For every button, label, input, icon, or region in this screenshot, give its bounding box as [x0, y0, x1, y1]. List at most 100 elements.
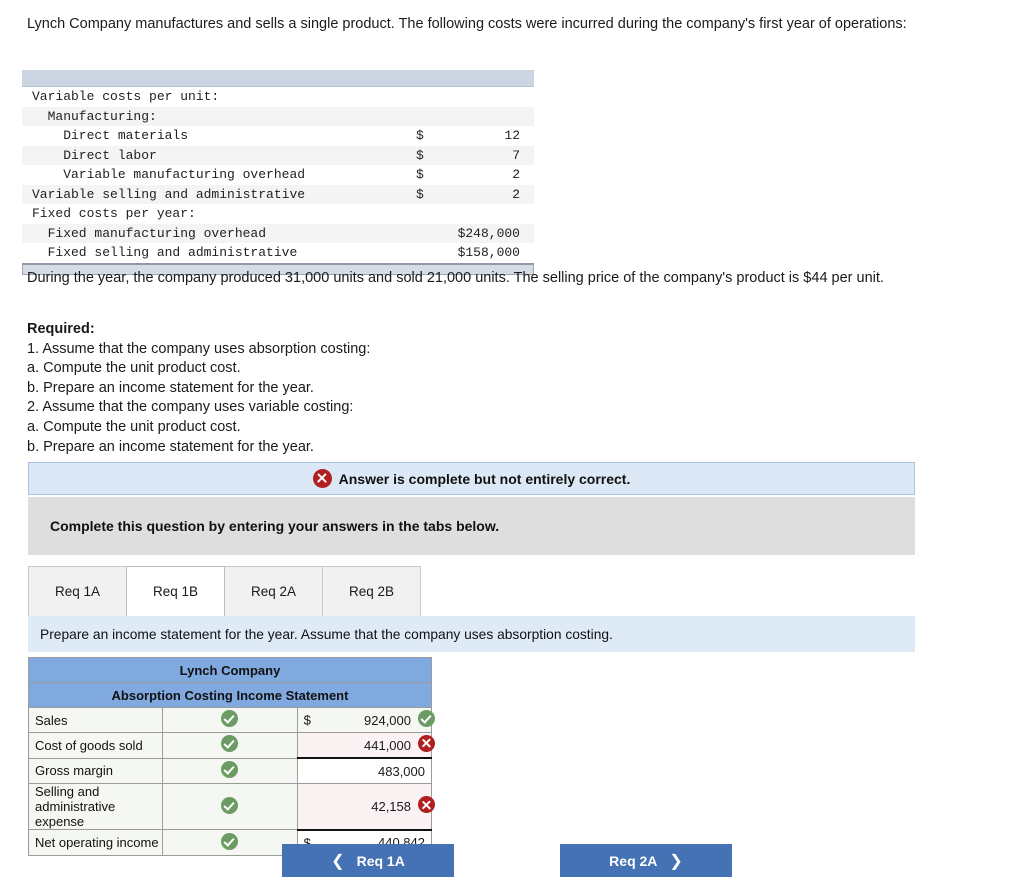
required-item: a. Compute the unit product cost. [27, 360, 241, 377]
cost-table-row: Variable manufacturing overhead $2 [22, 165, 534, 185]
required-section: Required: 1. Assume that the company use… [27, 320, 727, 457]
check-icon [418, 710, 435, 727]
cost-row-currency [412, 106, 446, 126]
statement-company-title: Lynch Company [28, 657, 432, 683]
cost-row-label: Variable selling and administrative [22, 184, 412, 204]
cost-row-label: Variable manufacturing overhead [32, 167, 306, 182]
check-icon [221, 710, 239, 727]
cost-row-currency: $ [416, 167, 424, 182]
cost-table-row: Variable selling and administrative $2 [22, 184, 534, 204]
tab-instruction-bar: Prepare an income statement for the year… [28, 616, 915, 652]
income-statement-header: Lynch Company Absorption Costing Income … [28, 657, 432, 708]
tab-req-1a[interactable]: Req 1A [28, 566, 127, 616]
chevron-right-icon: ❯ [669, 852, 683, 870]
tab-req-2a[interactable]: Req 2A [224, 566, 323, 616]
amount-status-badge [418, 710, 435, 730]
cost-row-currency [412, 87, 446, 107]
cost-row-value [446, 87, 534, 107]
required-item: b. Prepare an income statement for the y… [27, 379, 314, 396]
cost-row-label: Direct labor [22, 145, 412, 165]
cost-row-value: $248,000 [412, 223, 534, 243]
cost-row-label: Fixed costs per year: [32, 206, 196, 221]
cost-row-currency: $ [412, 184, 446, 204]
tab-label: Req 1B [152, 584, 199, 599]
requirement-tabs: Req 1A Req 1B Req 2A Req 2B [28, 566, 421, 616]
cost-row-label: Manufacturing: [22, 106, 412, 126]
cost-row-label: Variable costs per unit: [32, 89, 220, 104]
statement-row: Cost of goods sold 441,000 [27, 732, 435, 759]
cost-row-value [446, 106, 534, 126]
statement-row-label-status [162, 783, 298, 830]
prev-requirement-button[interactable]: ❮ Req 1A [282, 844, 454, 877]
error-x-icon [418, 735, 435, 752]
problem-intro: Lynch Company manufactures and sells a s… [27, 16, 907, 32]
cost-table-top-cap [22, 70, 534, 87]
mid-paragraph: During the year, the company produced 31… [27, 270, 884, 286]
statement-row-label: Cost of goods sold [27, 732, 164, 759]
status-banner-text: Answer is complete but not entirely corr… [338, 470, 631, 487]
check-icon [221, 796, 239, 814]
statement-row-label: Net operating income [27, 829, 164, 856]
cost-row-value [446, 204, 534, 224]
instruction-bar-text: Complete this question by entering your … [50, 518, 500, 534]
tab-label: Req 1A [54, 584, 101, 599]
statement-row: Gross margin 483,000 [27, 757, 433, 784]
required-heading: Required: [27, 321, 95, 337]
prev-button-label: Req 1A [356, 852, 405, 869]
statement-row-label-status [162, 829, 298, 856]
tab-label: Req 2B [348, 584, 395, 599]
tab-req-2b[interactable]: Req 2B [322, 566, 421, 616]
error-x-icon [418, 796, 435, 814]
amount-wrapper: 483,000 [302, 759, 429, 783]
statement-amount-input[interactable]: $924,000 [296, 707, 435, 733]
statement-row-label: Selling and administrative expense [27, 783, 164, 830]
required-item: 1. Assume that the company uses absorpti… [27, 340, 371, 357]
check-icon [221, 760, 239, 778]
chevron-left-icon: ❮ [331, 852, 345, 870]
amount-status-badge [418, 735, 435, 755]
statement-row: Sales $924,000 [27, 707, 435, 733]
statement-row: Selling and administrative expense 42,158 [27, 783, 435, 830]
check-icon [221, 832, 239, 850]
tab-label: Req 2A [250, 584, 297, 599]
statement-row-label: Gross margin [27, 757, 164, 784]
cost-row-value: 7 [446, 145, 534, 165]
cost-table-row: Fixed costs per year: [22, 204, 534, 224]
amount-status-badge [418, 796, 435, 816]
amount-wrapper: 42,158 [302, 784, 435, 829]
cost-table-grid: Variable costs per unit: Manufacturing: … [22, 87, 534, 263]
next-button-label: Req 2A [609, 852, 658, 869]
statement-row-label-status [162, 757, 298, 784]
status-banner: Answer is complete but not entirely corr… [28, 462, 915, 495]
cost-table-row: Variable costs per unit: [22, 87, 534, 107]
required-item: 2. Assume that the company uses variable… [27, 399, 354, 416]
statement-row-label-status [162, 707, 298, 733]
amount-value: 483,000 [378, 763, 425, 779]
check-icon [221, 735, 239, 753]
instruction-bar: Complete this question by entering your … [28, 497, 915, 555]
next-requirement-button[interactable]: Req 2A ❯ [560, 844, 732, 877]
tab-req-1b[interactable]: Req 1B [126, 566, 225, 616]
cost-row-value: $158,000 [457, 245, 520, 260]
cost-row-label: Fixed manufacturing overhead [22, 223, 412, 243]
statement-subtitle: Absorption Costing Income Statement [28, 682, 432, 708]
cost-row-label: Fixed selling and administrative [32, 245, 298, 260]
statement-row-label: Sales [27, 707, 164, 733]
cost-table-row: Direct materials $12 [22, 126, 534, 146]
currency-symbol: $ [303, 712, 311, 728]
cost-row-value: 12 [504, 128, 520, 143]
statement-amount-input[interactable]: 441,000 [296, 732, 435, 759]
navigation-buttons: ❮ Req 1A Req 2A ❯ [282, 844, 732, 877]
income-statement-table: Lynch Company Absorption Costing Income … [27, 657, 435, 857]
statement-amount-input[interactable]: 483,000 [296, 757, 433, 784]
amount-wrapper: $924,000 [302, 708, 435, 732]
required-item: a. Compute the unit product cost. [27, 418, 241, 435]
error-x-icon [312, 469, 332, 488]
cost-row-label: Direct materials [32, 128, 189, 143]
cost-row-value: 2 [512, 167, 520, 182]
statement-amount-input[interactable]: 42,158 [296, 783, 435, 830]
required-item: b. Prepare an income statement for the y… [27, 438, 314, 455]
amount-wrapper: 441,000 [302, 733, 435, 757]
cost-row-currency: $ [416, 128, 424, 143]
cost-table-row: Fixed selling and administrative $158,000 [22, 243, 534, 263]
